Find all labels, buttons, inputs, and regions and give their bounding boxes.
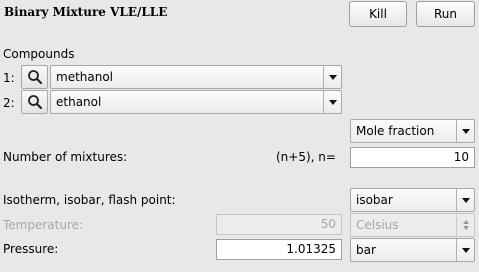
- compound-1-name: methanol: [56, 70, 114, 84]
- temperature-unit-select[interactable]: Celsius: [350, 213, 475, 237]
- compound-2-index: 2:: [3, 96, 15, 110]
- temperature-unit-value: Celsius: [356, 218, 399, 232]
- vle-lle-window: { "window": { "title": "Binary Mixture V…: [0, 0, 479, 272]
- temperature-input[interactable]: 50: [216, 214, 342, 235]
- composition-unit-select[interactable]: Mole fraction: [350, 119, 475, 143]
- compound-1-select[interactable]: methanol: [50, 65, 342, 89]
- spin-arrows-icon: [456, 214, 474, 236]
- chevron-down-icon: [456, 239, 474, 261]
- pressure-unit-select[interactable]: bar: [350, 238, 475, 262]
- compounds-label: Compounds: [3, 47, 75, 61]
- compound-2-name: ethanol: [56, 95, 102, 109]
- mode-value: isobar: [356, 193, 393, 207]
- chevron-down-icon: [323, 91, 341, 113]
- compound-1-index: 1:: [3, 71, 15, 85]
- search-icon: [27, 95, 42, 110]
- search-icon: [27, 70, 42, 85]
- mixtures-formula-label: (n+5), n=: [276, 150, 336, 164]
- run-button[interactable]: Run: [416, 1, 475, 27]
- mode-label: Isotherm, isobar, flash point:: [3, 193, 176, 207]
- mixtures-label: Number of mixtures:: [3, 150, 128, 164]
- pressure-unit-value: bar: [356, 243, 376, 257]
- chevron-down-icon: [456, 120, 474, 142]
- pressure-input[interactable]: 1.01325: [216, 239, 342, 260]
- compound-2-select[interactable]: ethanol: [50, 90, 342, 114]
- chevron-down-icon: [323, 66, 341, 88]
- mixtures-n-input[interactable]: 10: [350, 147, 475, 168]
- composition-unit-value: Mole fraction: [356, 124, 435, 138]
- mode-select[interactable]: isobar: [350, 188, 475, 212]
- kill-button[interactable]: Kill: [349, 1, 407, 27]
- compound-1-search-button[interactable]: [21, 65, 48, 89]
- pressure-label: Pressure:: [3, 242, 59, 256]
- window-title: Binary Mixture VLE/LLE: [4, 5, 168, 19]
- compound-2-search-button[interactable]: [21, 90, 48, 114]
- temperature-label: Temperature:: [3, 218, 84, 232]
- chevron-down-icon: [456, 189, 474, 211]
